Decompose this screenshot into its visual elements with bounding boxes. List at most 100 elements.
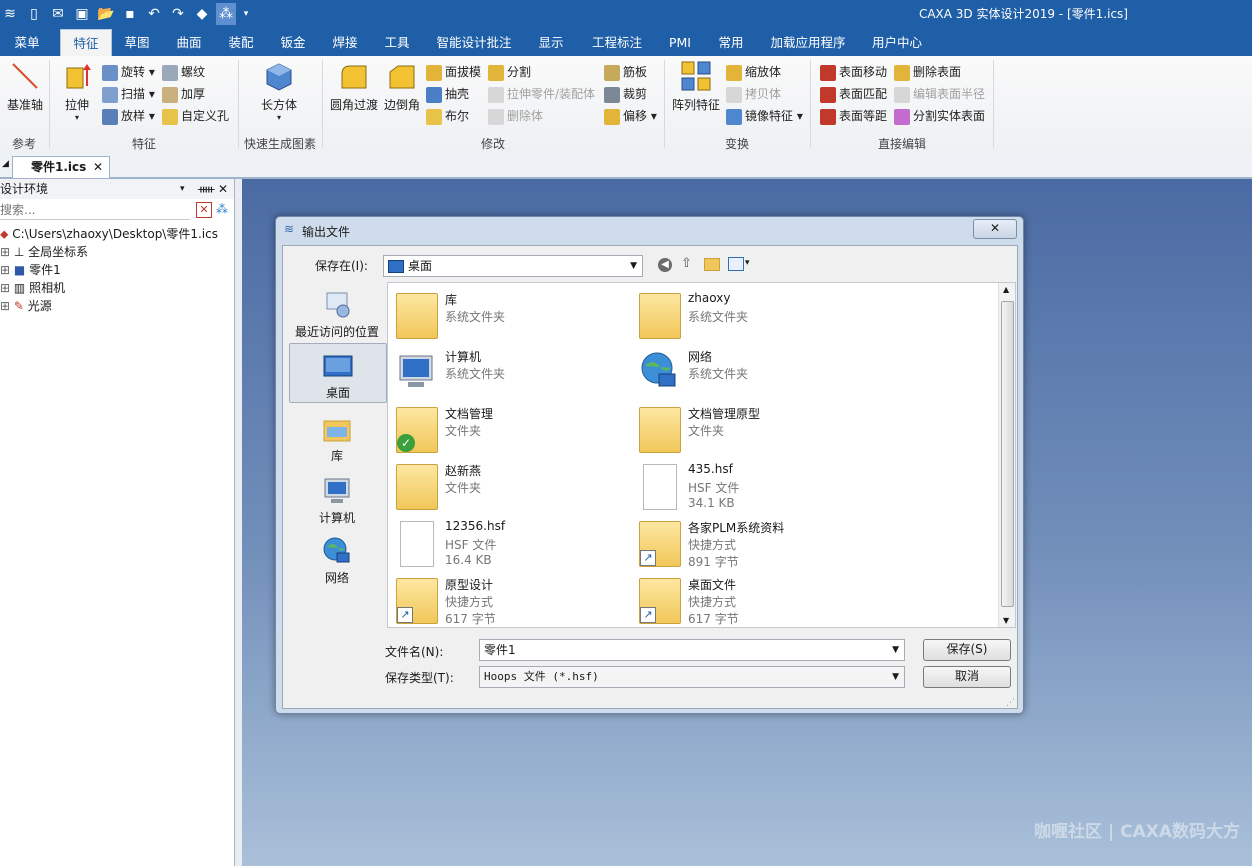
expand-icon[interactable]: ⊞ — [0, 299, 10, 313]
delete-body-button[interactable]: 删除体 — [488, 106, 543, 126]
tree-item-light[interactable]: ⊞ ✎ 光源 — [0, 297, 52, 315]
save-icon[interactable]: ▪ — [120, 3, 140, 25]
tab-sheetmetal[interactable]: 钣金 — [272, 29, 314, 56]
tree-root[interactable]: ⬥ C:\Users\zhaoxy\Desktop\零件1.ics — [0, 225, 218, 243]
search-filter-icon[interactable]: ⁂ — [216, 202, 228, 216]
file-item[interactable]: ✓ 文档管理 文件夹 — [390, 399, 630, 455]
edit-face-radius-button[interactable]: 编辑表面半径 — [894, 84, 985, 104]
new-drawing-icon[interactable]: ✉ — [48, 3, 68, 25]
pin-icon[interactable]: ᚔ — [198, 179, 214, 199]
redo-icon[interactable]: ↷ — [168, 3, 188, 25]
back-icon[interactable]: ◀ — [658, 258, 672, 272]
search-input[interactable] — [0, 201, 190, 220]
close-tab-icon[interactable]: ✕ — [93, 157, 103, 177]
file-item[interactable]: 赵新燕 文件夹 — [390, 456, 630, 512]
tab-display[interactable]: 显示 — [530, 29, 572, 56]
trim-button[interactable]: 裁剪 — [604, 84, 647, 104]
resize-grip-icon[interactable]: ⋰ — [1006, 698, 1015, 708]
extrude-dropdown-icon[interactable]: ▾ — [56, 113, 98, 122]
offset-button[interactable]: 偏移 ▾ — [604, 106, 657, 126]
scrollbar-thumb[interactable] — [1001, 301, 1014, 607]
chamfer-button[interactable]: 边倒角 — [382, 60, 422, 113]
fillet-button[interactable]: 圆角过渡 — [328, 60, 380, 113]
file-list[interactable]: 库 系统文件夹 zhaoxy 系统文件夹 计算机 系统文件夹 网络 系统文件夹 — [387, 282, 1016, 628]
face-move-button[interactable]: 表面移动 — [820, 62, 887, 82]
file-item[interactable]: 12356.hsf HSF 文件 16.4 KB — [390, 513, 630, 569]
expand-icon[interactable]: ⊞ — [0, 245, 10, 259]
tab-tools[interactable]: 工具 — [376, 29, 418, 56]
tab-addins[interactable]: 加载应用程序 — [762, 29, 854, 56]
face-equidistant-button[interactable]: 表面等距 — [820, 106, 887, 126]
file-item[interactable]: ↗ 桌面文件 快捷方式 617 字节 — [633, 570, 873, 626]
tab-assembly[interactable]: 装配 — [220, 29, 262, 56]
thread-button[interactable]: 螺纹 — [162, 62, 205, 82]
tab-pmi[interactable]: PMI — [660, 29, 700, 56]
tools-icon[interactable]: ⁂ — [216, 3, 236, 25]
draft-button[interactable]: 面拔模 — [426, 62, 481, 82]
place-network[interactable]: 网络 — [289, 529, 385, 585]
chevron-down-icon[interactable]: ▼ — [630, 256, 637, 276]
rib-button[interactable]: 筋板 — [604, 62, 647, 82]
file-item[interactable]: 文档管理原型 文件夹 — [633, 399, 873, 455]
delete-face-button[interactable]: 删除表面 — [894, 62, 961, 82]
clear-search-icon[interactable]: ✕ — [196, 202, 212, 218]
undo-icon[interactable]: ↶ — [144, 3, 164, 25]
sweep-button[interactable]: 扫描 ▾ — [102, 84, 155, 104]
tab-sketch[interactable]: 草图 — [116, 29, 158, 56]
custom-hole-button[interactable]: 自定义孔 — [162, 106, 229, 126]
scale-body-button[interactable]: 缩放体 — [726, 62, 781, 82]
quick-access-dropdown-icon[interactable]: ▾ — [236, 3, 256, 25]
place-libraries[interactable]: 库 — [289, 407, 385, 463]
cancel-button[interactable]: 取消 — [923, 666, 1011, 688]
ref-axis-button[interactable]: 基准轴 — [4, 60, 46, 113]
panel-dropdown-icon[interactable]: ▾ — [180, 179, 185, 199]
mirror-feature-button[interactable]: 镜像特征 ▾ — [726, 106, 803, 126]
scroll-up-icon[interactable]: ▲ — [1003, 285, 1009, 294]
shell-button[interactable]: 抽壳 — [426, 84, 469, 104]
expand-icon[interactable]: ⊞ — [0, 281, 10, 295]
open-folder-icon[interactable]: 📂 — [96, 3, 116, 25]
new-folder-icon[interactable] — [704, 258, 720, 271]
place-recent[interactable]: 最近访问的位置 — [289, 283, 385, 339]
file-item[interactable]: ↗ 原型设计 快捷方式 617 字节 — [390, 570, 630, 626]
save-button[interactable]: 保存(S) — [923, 639, 1011, 661]
tree-item-part[interactable]: ⊞ ■ 零件1 — [0, 261, 61, 279]
tab-common[interactable]: 常用 — [710, 29, 752, 56]
split-button[interactable]: 分割 — [488, 62, 531, 82]
file-item[interactable]: 435.hsf HSF 文件 34.1 KB — [633, 456, 873, 512]
place-desktop[interactable]: 桌面 — [289, 343, 387, 403]
pattern-button[interactable]: 阵列特征 — [670, 60, 722, 113]
close-panel-icon[interactable]: ✕ — [218, 179, 228, 199]
new-file-icon[interactable]: ▯ — [24, 3, 44, 25]
tab-menu[interactable]: 菜单 — [4, 29, 50, 56]
file-item[interactable]: zhaoxy 系统文件夹 — [633, 285, 873, 341]
stretch-part-button[interactable]: 拉伸零件/装配体 — [488, 84, 595, 104]
new-design-icon[interactable]: ▣ — [72, 3, 92, 25]
file-item[interactable]: ↗ 各家PLM系统资料 快捷方式 891 字节 — [633, 513, 873, 569]
loft-button[interactable]: 放样 ▾ — [102, 106, 155, 126]
box-button[interactable]: 长方体 ▾ — [256, 60, 302, 122]
chevron-down-icon[interactable]: ▼ — [892, 640, 899, 660]
tree-item-camera[interactable]: ⊞ ▥ 照相机 — [0, 279, 65, 297]
place-computer[interactable]: 计算机 — [289, 469, 385, 525]
tree-item-global-coords[interactable]: ⊞ ⊥ 全局坐标系 — [0, 243, 88, 261]
filetype-select[interactable]: Hoops 文件 (*.hsf) ▼ — [479, 666, 905, 688]
tab-user-center[interactable]: 用户中心 — [864, 29, 930, 56]
tab-smart-design[interactable]: 智能设计批注 — [428, 29, 520, 56]
file-item[interactable]: 库 系统文件夹 — [390, 285, 630, 341]
extrude-button[interactable]: 拉伸 ▾ — [56, 60, 98, 122]
split-face-button[interactable]: 分割实体表面 — [894, 106, 985, 126]
expand-icon[interactable]: ⊞ — [0, 263, 10, 277]
splitter[interactable] — [235, 179, 242, 866]
tab-surface[interactable]: 曲面 — [168, 29, 210, 56]
copy-body-button[interactable]: 拷贝体 — [726, 84, 781, 104]
boolean-button[interactable]: 布尔 — [426, 106, 469, 126]
tab-engineering-annotation[interactable]: 工程标注 — [584, 29, 650, 56]
file-item[interactable]: 计算机 系统文件夹 — [390, 342, 630, 398]
view-dropdown-icon[interactable]: ▾ — [745, 258, 750, 268]
tab-feature[interactable]: 特征 — [60, 29, 112, 57]
box-dropdown-icon[interactable]: ▾ — [256, 113, 302, 122]
tab-scroll-icon[interactable]: ◢ — [2, 159, 9, 169]
tab-welding[interactable]: 焊接 — [324, 29, 366, 56]
chevron-down-icon[interactable]: ▼ — [892, 667, 899, 687]
